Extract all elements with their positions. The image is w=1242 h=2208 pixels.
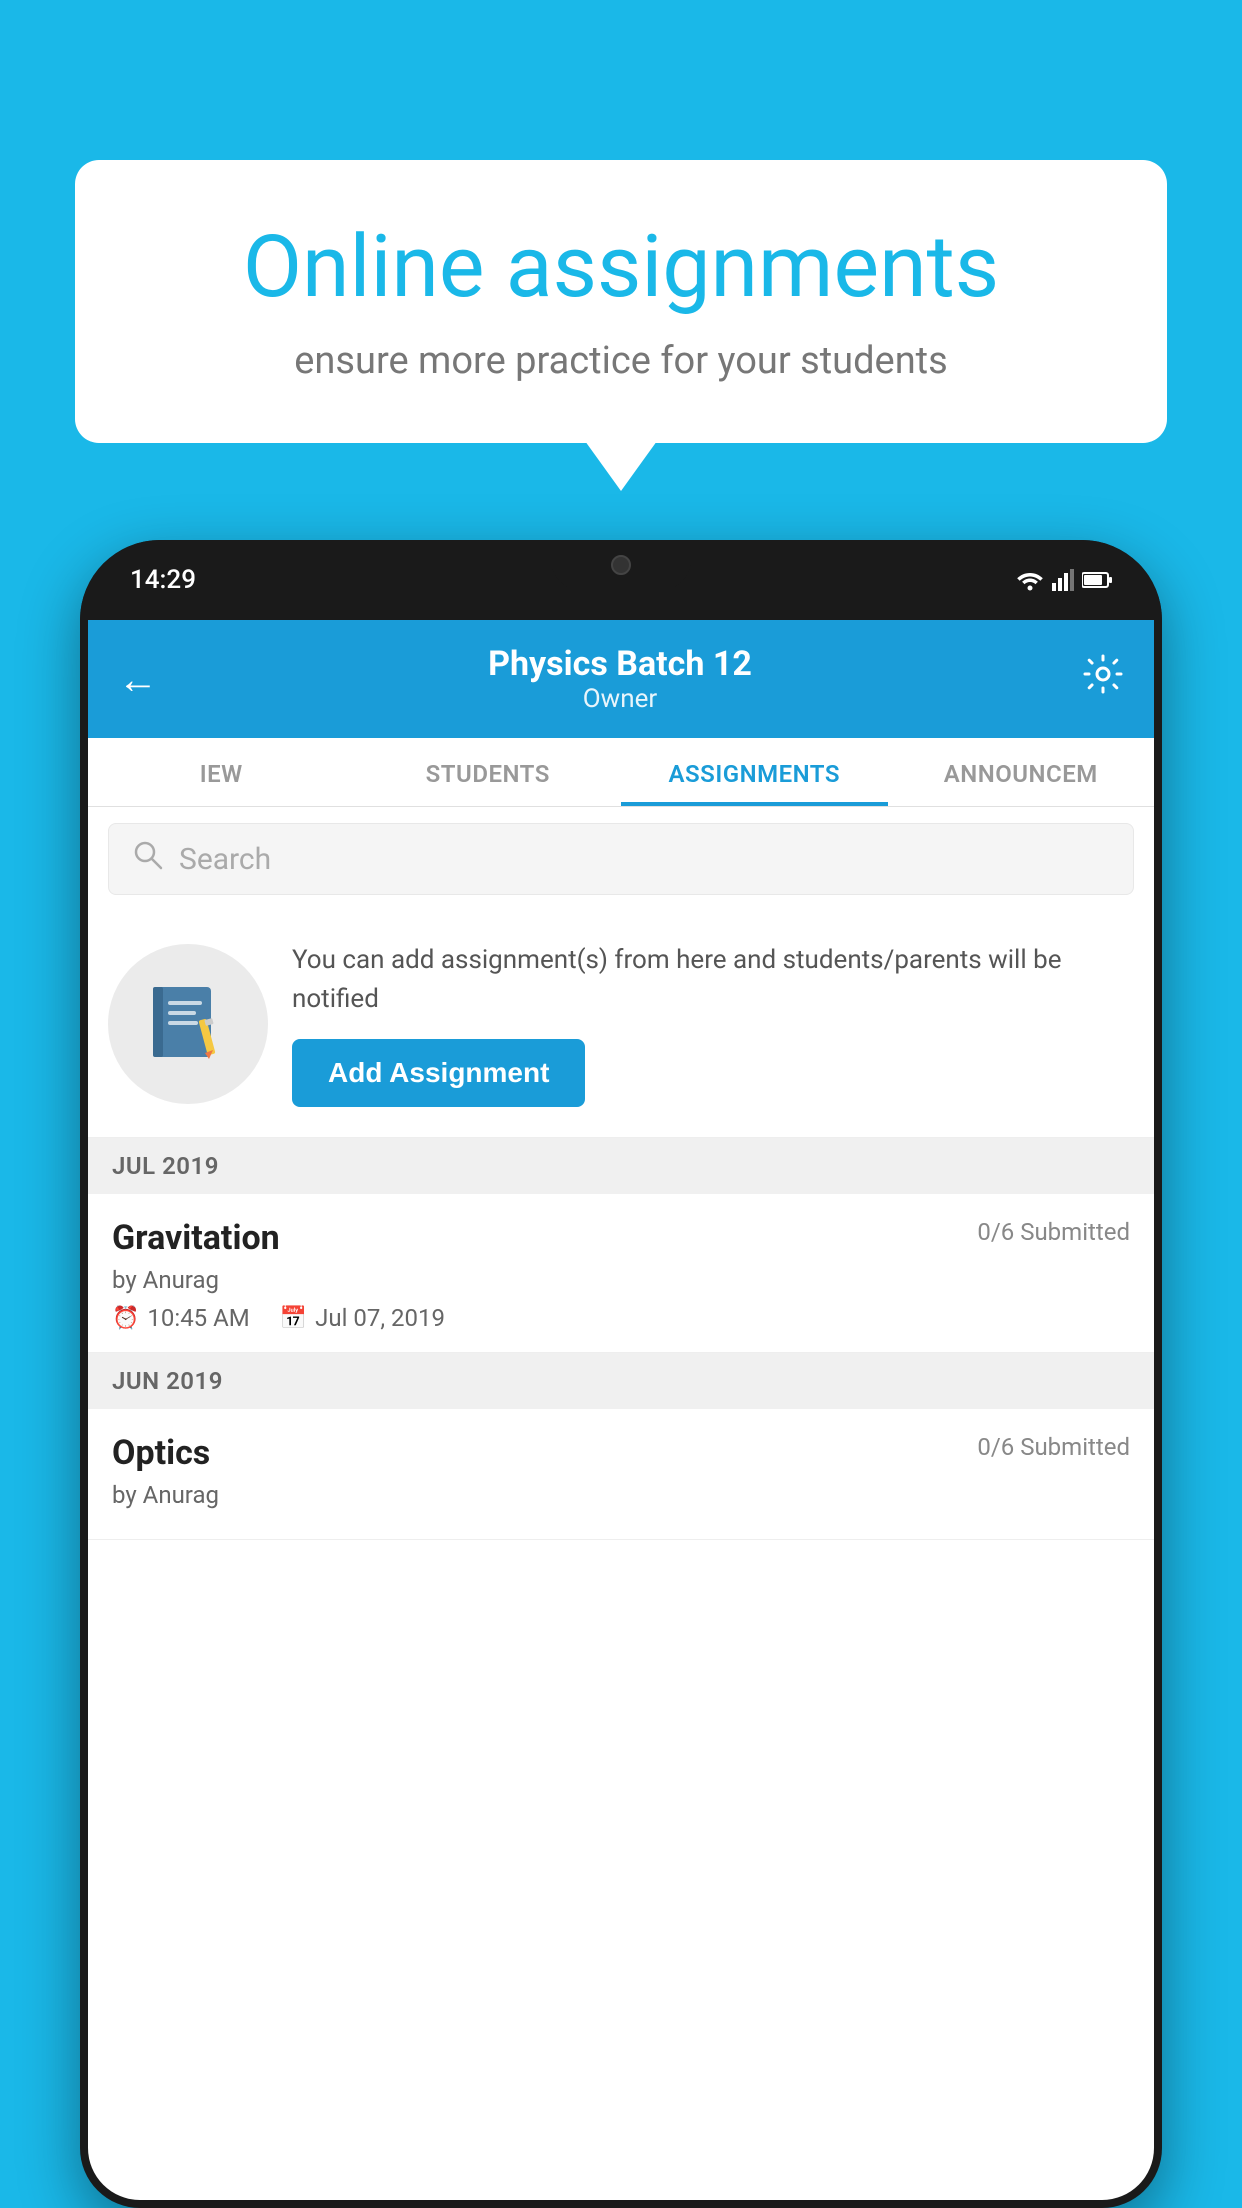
search-icon: [133, 840, 163, 878]
submitted-badge-gravitation: 0/6 Submitted: [977, 1218, 1130, 1246]
search-bar[interactable]: Search: [108, 823, 1134, 895]
back-button[interactable]: ←: [118, 656, 158, 703]
phone-camera: [611, 555, 631, 575]
tab-announcements[interactable]: ANNOUNCEM: [888, 738, 1155, 806]
empty-state: You can add assignment(s) from here and …: [88, 911, 1154, 1138]
app-header: ← Physics Batch 12 Owner: [88, 620, 1154, 738]
assignment-item-gravitation[interactable]: Gravitation 0/6 Submitted by Anurag ⏰ 10…: [88, 1194, 1154, 1353]
status-icons: [1016, 569, 1112, 591]
add-assignment-button[interactable]: Add Assignment: [292, 1039, 585, 1107]
assignment-name-optics: Optics: [112, 1433, 210, 1473]
assignment-time-gravitation: ⏰ 10:45 AM: [112, 1304, 250, 1332]
assignment-by-gravitation: by Anurag: [112, 1266, 1130, 1294]
header-subtitle: Owner: [488, 684, 752, 714]
gear-icon: [1082, 653, 1124, 695]
phone-top-bar: 14:29: [80, 540, 1162, 620]
wifi-icon: [1016, 569, 1044, 591]
assignment-name-gravitation: Gravitation: [112, 1218, 280, 1258]
assignment-icon-circle: [108, 944, 268, 1104]
header-title: Physics Batch 12: [488, 644, 752, 684]
phone-notch: [551, 540, 691, 590]
speech-bubble-container: Online assignments ensure more practice …: [75, 160, 1167, 443]
speech-bubble: Online assignments ensure more practice …: [75, 160, 1167, 443]
search-icon-svg: [133, 840, 163, 870]
phone-frame: 14:29: [80, 540, 1162, 2208]
settings-icon[interactable]: [1082, 653, 1124, 705]
search-placeholder: Search: [179, 842, 271, 877]
assignment-item-top-optics: Optics 0/6 Submitted: [112, 1433, 1130, 1473]
clock-icon: ⏰: [112, 1306, 139, 1331]
assignment-by-optics: by Anurag: [112, 1481, 1130, 1509]
assignment-date-gravitation: 📅 Jul 07, 2019: [280, 1304, 445, 1332]
tab-assignments[interactable]: ASSIGNMENTS: [621, 738, 888, 806]
tab-students[interactable]: STUDENTS: [355, 738, 622, 806]
notebook-icon: [143, 979, 233, 1069]
tabs-row: IEW STUDENTS ASSIGNMENTS ANNOUNCEM: [88, 738, 1154, 807]
search-container: Search: [88, 807, 1154, 911]
battery-icon: [1082, 571, 1112, 589]
speech-bubble-subtitle: ensure more practice for your students: [145, 339, 1097, 383]
calendar-icon: 📅: [280, 1306, 307, 1331]
assignment-item-top: Gravitation 0/6 Submitted: [112, 1218, 1130, 1258]
signal-icon: [1052, 569, 1074, 591]
status-time: 14:29: [130, 565, 196, 595]
empty-state-text: You can add assignment(s) from here and …: [292, 941, 1134, 1019]
speech-bubble-title: Online assignments: [145, 220, 1097, 315]
assignment-meta-gravitation: ⏰ 10:45 AM 📅 Jul 07, 2019: [112, 1304, 1130, 1332]
assignment-item-optics[interactable]: Optics 0/6 Submitted by Anurag: [88, 1409, 1154, 1540]
header-title-block: Physics Batch 12 Owner: [488, 644, 752, 714]
tab-iew[interactable]: IEW: [88, 738, 355, 806]
empty-state-right: You can add assignment(s) from here and …: [292, 941, 1134, 1107]
submitted-badge-optics: 0/6 Submitted: [977, 1433, 1130, 1461]
month-divider-jul: JUL 2019: [88, 1138, 1154, 1194]
phone-screen: ← Physics Batch 12 Owner IEW STUDENTS AS…: [88, 620, 1154, 2200]
month-divider-jun: JUN 2019: [88, 1353, 1154, 1409]
